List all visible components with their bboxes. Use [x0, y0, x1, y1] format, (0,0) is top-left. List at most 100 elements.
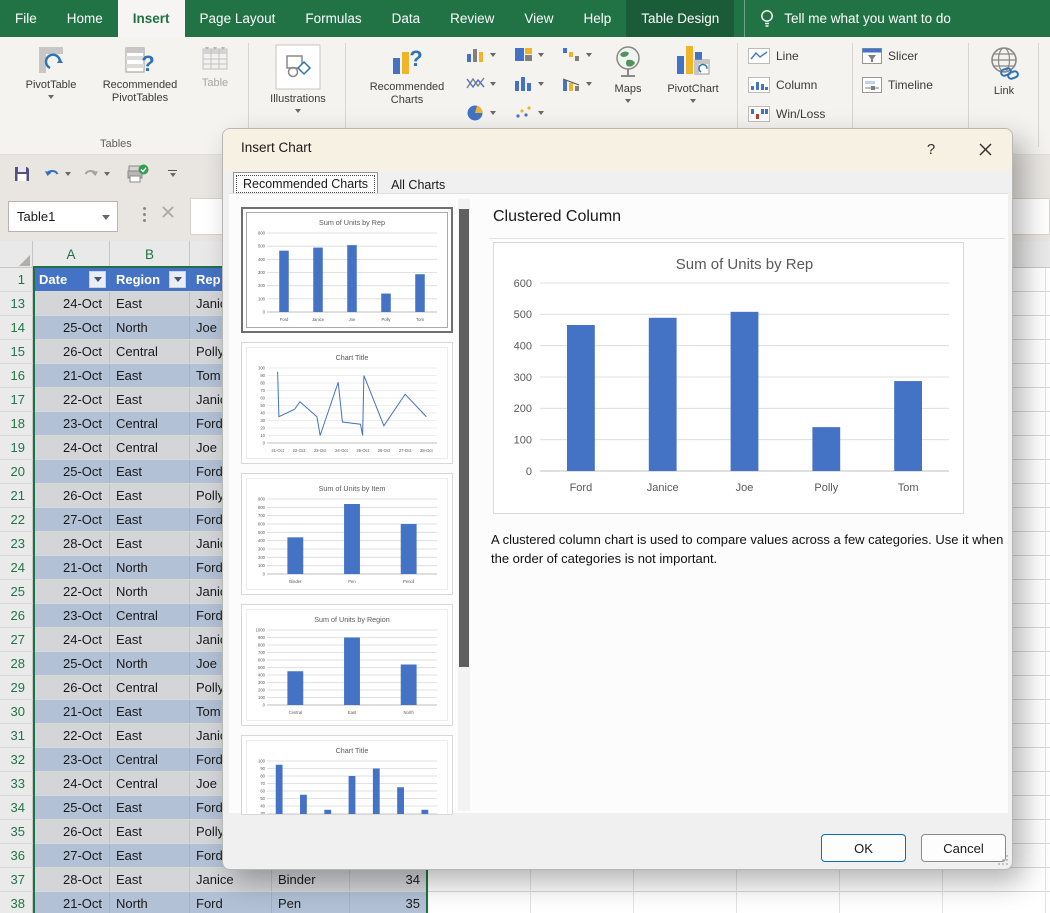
cell-region[interactable]: East — [110, 844, 190, 867]
cell-region[interactable]: East — [110, 388, 190, 411]
chart-thumbnail-thumb-region[interactable]: Sum of Units by Region010020030040050060… — [241, 604, 453, 726]
table-button[interactable]: Table — [188, 44, 242, 90]
row-header-27[interactable]: 27 — [0, 628, 33, 651]
row-header-20[interactable]: 20 — [0, 460, 33, 483]
cell-units[interactable]: 34 — [350, 868, 427, 891]
tab-table-design[interactable]: Table Design — [626, 0, 734, 37]
chart-thumbnail-thumb-item[interactable]: Sum of Units by Item01002003004005006007… — [241, 473, 453, 595]
cell-date[interactable]: 26-Oct — [33, 820, 110, 843]
row-header[interactable]: 1 — [0, 268, 33, 291]
row-header-26[interactable]: 26 — [0, 604, 33, 627]
cell-date[interactable]: 22-Oct — [33, 580, 110, 603]
cancel-button[interactable]: Cancel — [921, 834, 1006, 862]
cell-region[interactable]: East — [110, 484, 190, 507]
cell-date[interactable]: 27-Oct — [33, 844, 110, 867]
cell-region[interactable]: East — [110, 868, 190, 891]
name-box[interactable]: Table1 — [8, 201, 118, 232]
cell-date[interactable]: 21-Oct — [33, 892, 110, 913]
cell-region[interactable]: Central — [110, 676, 190, 699]
header-cell-date[interactable]: Date — [33, 268, 110, 291]
row-header-36[interactable]: 36 — [0, 844, 33, 867]
resize-grip[interactable] — [998, 855, 1008, 865]
cell-region[interactable]: Central — [110, 772, 190, 795]
tab-file[interactable]: File — [0, 0, 52, 37]
column-chart-type-button[interactable] — [466, 46, 496, 63]
line-chart-type-button[interactable] — [466, 75, 496, 92]
maps-button[interactable]: Maps — [600, 44, 656, 103]
combo-chart-type-button[interactable] — [562, 75, 592, 92]
cell-date[interactable]: 22-Oct — [33, 724, 110, 747]
date-filter-button[interactable] — [89, 271, 106, 288]
cell-date[interactable]: 28-Oct — [33, 868, 110, 891]
cell-date[interactable]: 26-Oct — [33, 340, 110, 363]
print-preview-button[interactable] — [126, 163, 150, 185]
cell-region[interactable]: Central — [110, 604, 190, 627]
cell-date[interactable]: 24-Oct — [33, 436, 110, 459]
row-header-34[interactable]: 34 — [0, 796, 33, 819]
row-header-25[interactable]: 25 — [0, 580, 33, 603]
cell-date[interactable]: 24-Oct — [33, 628, 110, 651]
save-button[interactable] — [12, 164, 32, 184]
cell-region[interactable]: Central — [110, 340, 190, 363]
cell-date[interactable]: 27-Oct — [33, 508, 110, 531]
cell-date[interactable]: 24-Oct — [33, 772, 110, 795]
slicer-button[interactable]: Slicer — [862, 48, 918, 64]
pivottable-button[interactable]: PivotTable — [10, 44, 92, 99]
row-header-21[interactable]: 21 — [0, 484, 33, 507]
sparkline-column-button[interactable]: Column — [748, 77, 817, 93]
row-header-14[interactable]: 14 — [0, 316, 33, 339]
row-header-17[interactable]: 17 — [0, 388, 33, 411]
row-header-32[interactable]: 32 — [0, 748, 33, 771]
cell-date[interactable]: 25-Oct — [33, 316, 110, 339]
undo-dropdown-chevron[interactable] — [65, 172, 71, 176]
cell-region[interactable]: Central — [110, 436, 190, 459]
tab-home[interactable]: Home — [52, 0, 118, 37]
cell-date[interactable]: 28-Oct — [33, 532, 110, 555]
tab-formulas[interactable]: Formulas — [290, 0, 376, 37]
header-cell-region[interactable]: Region — [110, 268, 190, 291]
cell-region[interactable]: East — [110, 460, 190, 483]
sparkline-winloss-button[interactable]: Win/Loss — [748, 106, 825, 122]
tab-view[interactable]: View — [509, 0, 568, 37]
row-header-33[interactable]: 33 — [0, 772, 33, 795]
cell-region[interactable]: Central — [110, 412, 190, 435]
recommended-pivottables-button[interactable]: ? Recommended PivotTables — [92, 44, 188, 104]
column-header-a[interactable]: A — [33, 241, 110, 268]
tab-review[interactable]: Review — [435, 0, 509, 37]
chart-thumbnail-thumb-generic[interactable]: Chart Title0102030405060708090100 — [241, 735, 453, 815]
row-header-13[interactable]: 13 — [0, 292, 33, 315]
cell-region[interactable]: North — [110, 580, 190, 603]
cell-date[interactable]: 21-Oct — [33, 556, 110, 579]
cell-region[interactable]: North — [110, 892, 190, 913]
ok-button[interactable]: OK — [821, 834, 906, 862]
row-header-16[interactable]: 16 — [0, 364, 33, 387]
pie-chart-type-button[interactable] — [466, 104, 496, 122]
cell-region[interactable]: East — [110, 724, 190, 747]
illustrations-button[interactable]: Illustrations — [256, 44, 340, 113]
cell-date[interactable]: 24-Oct — [33, 292, 110, 315]
tab-insert[interactable]: Insert — [118, 0, 185, 37]
row-header-30[interactable]: 30 — [0, 700, 33, 723]
name-box-dropdown-chevron[interactable] — [102, 215, 110, 220]
cell-item[interactable]: Pen — [272, 892, 350, 913]
chart-thumbnail-thumb-line[interactable]: Chart Title010203040506070809010021-Oct2… — [241, 342, 453, 464]
scrollbar-thumb[interactable] — [459, 209, 469, 667]
select-all-corner[interactable] — [0, 241, 33, 268]
cell-region[interactable]: North — [110, 652, 190, 675]
redo-button[interactable] — [81, 165, 110, 183]
link-button[interactable]: Link — [975, 44, 1033, 98]
cell-region[interactable]: East — [110, 532, 190, 555]
dialog-close-button[interactable] — [973, 142, 997, 160]
cell-date[interactable]: 25-Oct — [33, 652, 110, 675]
row-header-23[interactable]: 23 — [0, 532, 33, 555]
chart-thumbnail-thumb-rep[interactable]: Sum of Units by Rep0100200300400500600Fo… — [241, 207, 453, 333]
row-header-38[interactable]: 38 — [0, 892, 33, 913]
cell-region[interactable]: North — [110, 316, 190, 339]
cell-region[interactable]: East — [110, 796, 190, 819]
cell-region[interactable]: East — [110, 820, 190, 843]
timeline-button[interactable]: Timeline — [862, 77, 933, 93]
tab-help[interactable]: Help — [568, 0, 626, 37]
cell-region[interactable]: North — [110, 556, 190, 579]
tell-me-box[interactable]: Tell me what you want to do — [744, 0, 965, 37]
cell-region[interactable]: East — [110, 700, 190, 723]
